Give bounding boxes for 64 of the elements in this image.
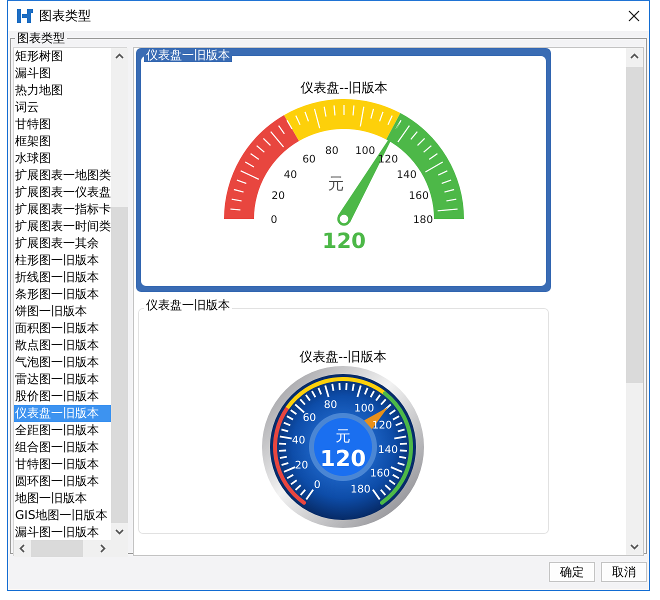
list-item[interactable]: 扩展图表一其余	[14, 235, 111, 252]
ok-button[interactable]: 确定	[549, 562, 595, 582]
scale-label: 20	[294, 459, 308, 472]
list-item[interactable]: 气泡图一旧版本	[14, 354, 111, 371]
list-item[interactable]: 柱形图一旧版本	[14, 252, 111, 269]
list-item[interactable]: 散点图一旧版本	[14, 337, 111, 354]
scale-label: 40	[292, 434, 306, 447]
list-item[interactable]: 漏斗图一旧版本	[14, 524, 111, 540]
scale-label: 40	[284, 169, 298, 181]
list-item[interactable]: 股价图一旧版本	[14, 388, 111, 405]
gauge-title: 仪表盘--旧版本	[299, 350, 387, 365]
list-item[interactable]: 圆环图一旧版本	[14, 473, 111, 490]
scale-label: 100	[354, 402, 374, 414]
list-item[interactable]: 扩展图表一仪表盘	[14, 184, 111, 201]
card-title: 仪表盘一旧版本	[144, 48, 232, 62]
gauge-value: 120	[322, 229, 366, 253]
scale-label: 0	[270, 214, 278, 226]
list-item[interactable]: 面积图一旧版本	[14, 320, 111, 337]
scroll-thumb[interactable]	[626, 67, 643, 383]
close-icon[interactable]	[628, 10, 640, 22]
scale-label: 140	[396, 169, 417, 181]
window-title: 图表类型	[39, 8, 92, 25]
scale-label: 80	[325, 145, 339, 158]
cancel-button[interactable]: 取消	[601, 562, 647, 582]
group-label: 图表类型	[16, 32, 66, 45]
scroll-thumb[interactable]	[111, 207, 128, 523]
list-item[interactable]: 矩形树图	[14, 48, 111, 65]
list-item[interactable]: 漏斗图	[14, 65, 111, 82]
list-item[interactable]: 饼图一旧版本	[14, 303, 111, 320]
scale-label: 180	[350, 483, 371, 496]
app-logo-icon	[16, 7, 34, 25]
list-item[interactable]: 雷达图一旧版本	[14, 371, 111, 388]
list-item[interactable]: 甘特图	[14, 116, 111, 133]
scale-label: 20	[272, 190, 285, 202]
scale-label: 100	[355, 145, 376, 158]
card-title: 仪表盘一旧版本	[144, 298, 232, 312]
list-item[interactable]: 词云	[14, 99, 111, 116]
scale-label: 160	[370, 468, 390, 480]
scale-label: 60	[302, 153, 316, 166]
scale-label: 180	[412, 214, 434, 226]
list-item[interactable]: 扩展图表一时间类	[14, 218, 111, 235]
list-item[interactable]: 甘特图一旧版本	[14, 456, 111, 473]
list-item[interactable]: 扩展图表一地图类	[14, 167, 111, 184]
list-item[interactable]: GIS地图一旧版本	[14, 507, 111, 524]
scale-label: 80	[324, 398, 338, 411]
scroll-thumb[interactable]	[31, 540, 83, 557]
gauge-title: 仪表盘--旧版本	[300, 81, 388, 96]
scale-label: 60	[302, 412, 316, 424]
list-item[interactable]: 水球图	[14, 150, 111, 167]
list-item[interactable]: 折线图一旧版本	[14, 269, 111, 286]
unit-label: 元	[328, 174, 344, 193]
scale-label: 160	[408, 190, 429, 202]
scale-label: 140	[378, 444, 398, 456]
list-item[interactable]: 热力地图	[14, 82, 111, 99]
list-item[interactable]: 地图一旧版本	[14, 490, 111, 507]
list-item[interactable]: 组合图一旧版本	[14, 439, 111, 456]
scale-label: 120	[372, 420, 392, 432]
scale-label: 0	[314, 478, 321, 491]
unit-label: 元	[336, 427, 350, 445]
list-item[interactable]: 条形图一旧版本	[14, 286, 111, 303]
list-item[interactable]: 框架图	[14, 133, 111, 150]
list-item[interactable]: 扩展图表一指标卡	[14, 201, 111, 218]
list-item[interactable]: 全距图一旧版本	[14, 422, 111, 439]
gauge-value: 120	[320, 447, 366, 472]
